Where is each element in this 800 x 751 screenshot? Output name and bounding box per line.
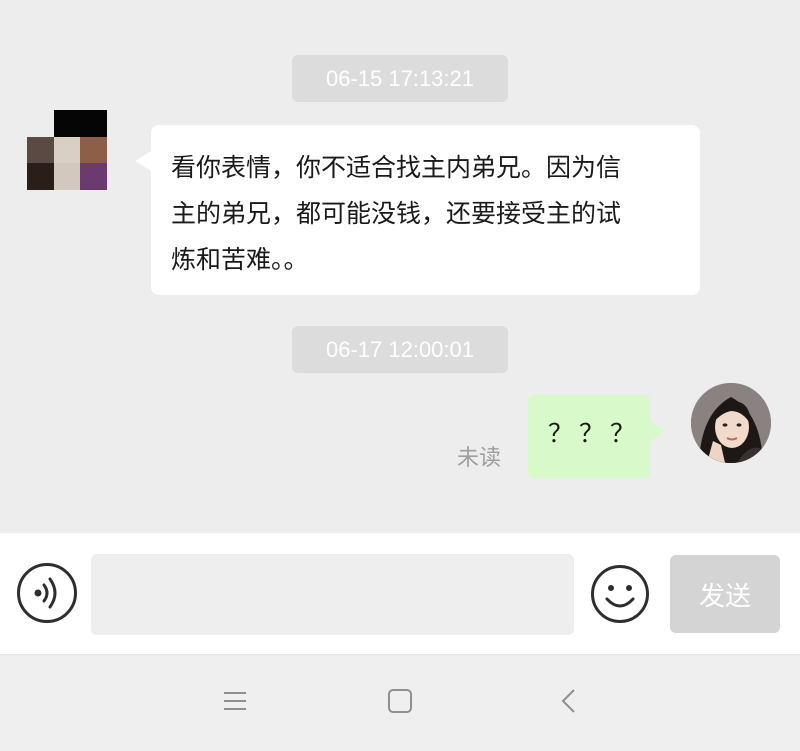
message-text: ？？？ [548, 419, 642, 448]
home-button[interactable] [385, 686, 415, 716]
message-timestamp: 06-17 12:00:01 [292, 326, 508, 373]
menu-button[interactable] [220, 686, 250, 716]
message-line: 主的弟兄，都可能没钱，还要接受主的试 [171, 199, 622, 228]
chat-area[interactable]: 06-15 17:13:21 看你表情，你不适合找主内弟兄。因为信 主的弟兄，都… [0, 0, 800, 533]
message-line: 看你表情，你不适合找主内弟兄。因为信 [171, 153, 622, 182]
unread-status: 未读 [457, 446, 502, 471]
sent-message-bubble[interactable]: ？？？ [528, 395, 665, 478]
user-avatar[interactable] [691, 383, 771, 463]
smiley-icon [591, 565, 649, 623]
avatar-pixel-block [27, 136, 54, 164]
avatar-pixel-block [53, 163, 81, 190]
avatar-pixel-block [53, 136, 81, 164]
emoji-button[interactable] [590, 564, 650, 624]
send-button[interactable]: 发送 [670, 555, 780, 633]
voice-button[interactable] [17, 563, 77, 623]
contact-avatar[interactable] [27, 110, 107, 190]
message-input[interactable] [91, 554, 574, 635]
avatar-pixel-block [80, 110, 107, 137]
avatar-pixel-block [80, 136, 107, 164]
avatar-pixel-block [27, 110, 54, 137]
received-message-bubble[interactable]: 看你表情，你不适合找主内弟兄。因为信 主的弟兄，都可能没钱，还要接受主的试 炼和… [135, 125, 700, 295]
home-icon [388, 689, 412, 713]
back-icon [561, 689, 575, 713]
voice-icon [34, 577, 57, 609]
user-photo-avatar-icon [691, 383, 771, 463]
message-line: 炼和苦难。。 [171, 245, 309, 274]
message-timestamp: 06-15 17:13:21 [292, 55, 508, 102]
avatar-pixel-block [27, 163, 54, 190]
avatar-pixel-block [80, 163, 107, 190]
back-button[interactable] [554, 686, 584, 716]
avatar-pixel-block [53, 110, 81, 137]
menu-icon [224, 692, 246, 710]
